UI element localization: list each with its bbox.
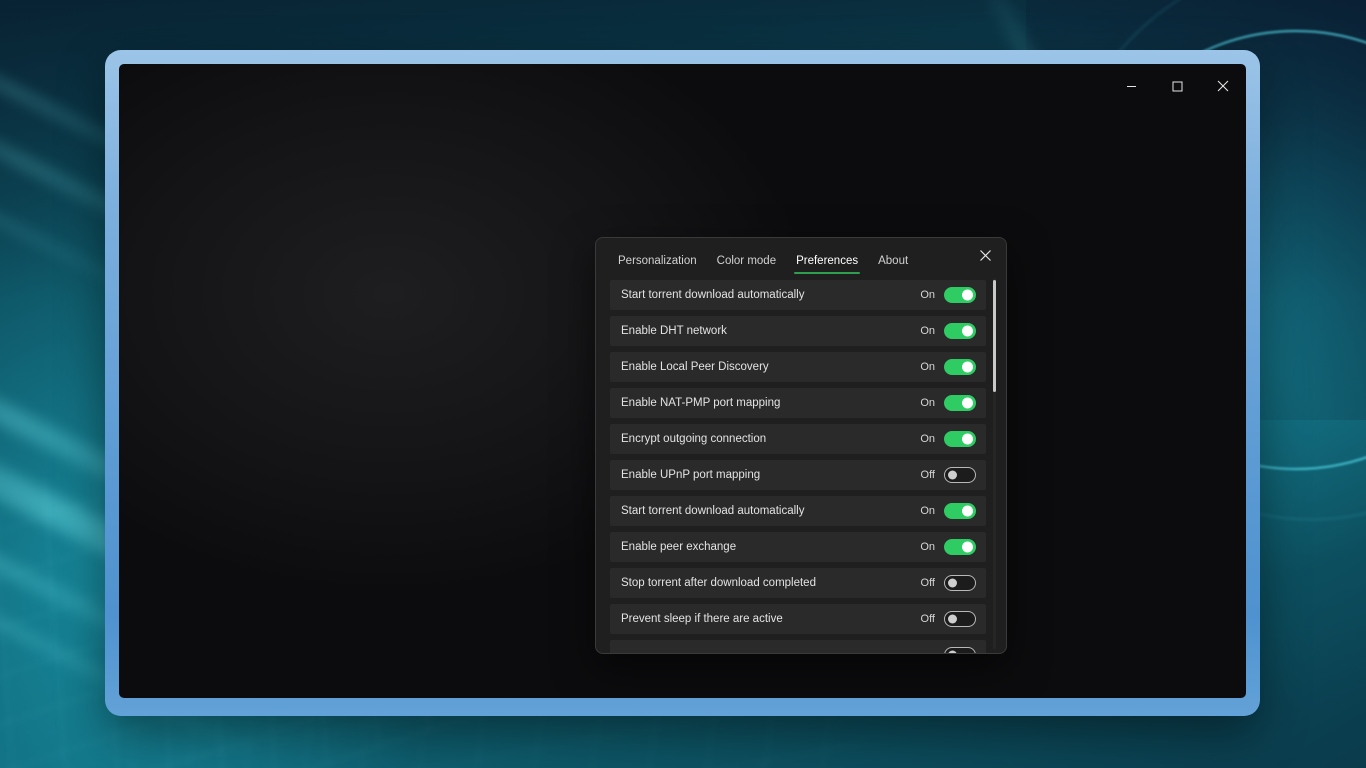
setting-state-label: On [917,325,935,337]
toggle-knob [962,434,973,445]
setting-label: Start torrent download automatically [621,289,917,301]
toggle-knob [962,326,973,337]
setting-label: Enable NAT-PMP port mapping [621,397,917,409]
setting-row[interactable]: Enable Local Peer DiscoveryOn [610,352,986,382]
setting-state-label: Off [917,577,935,589]
setting-label: Enable DHT network [621,325,917,337]
setting-toggle[interactable] [944,359,976,375]
toggle-knob [962,542,973,553]
setting-toggle[interactable] [944,647,976,653]
setting-state-label: On [917,361,935,373]
setting-toggle[interactable] [944,575,976,591]
scrollbar-thumb[interactable] [993,280,996,392]
window-maximize-button[interactable] [1154,68,1200,104]
minimize-icon [1126,81,1137,92]
dialog-body: Start torrent download automaticallyOnEn… [596,274,1006,653]
settings-list-scrollbar[interactable] [990,278,999,649]
close-icon [979,249,992,262]
setting-label: Enable Local Peer Discovery [621,361,917,373]
setting-row[interactable]: Prevent sleep if there are activeOff [610,604,986,634]
setting-row[interactable]: Enable peer exchangeOn [610,532,986,562]
maximize-icon [1172,81,1183,92]
setting-toggle[interactable] [944,611,976,627]
toggle-knob [962,290,973,301]
setting-label: Enable UPnP port mapping [621,469,917,481]
setting-state-label: On [917,505,935,517]
setting-toggle[interactable] [944,395,976,411]
setting-label: Stop torrent after download completed [621,577,917,589]
setting-row[interactable]: Enable DHT networkOn [610,316,986,346]
setting-row[interactable] [610,640,986,653]
tab-preferences[interactable]: Preferences [786,256,868,275]
dialog-close-button[interactable] [972,243,998,267]
setting-row[interactable]: Enable NAT-PMP port mappingOn [610,388,986,418]
setting-row[interactable]: Enable UPnP port mappingOff [610,460,986,490]
application-window: Personalization Color mode Preferences A… [105,50,1260,716]
setting-toggle[interactable] [944,467,976,483]
setting-row[interactable]: Start torrent download automaticallyOn [610,280,986,310]
tab-personalization[interactable]: Personalization [608,256,707,275]
tab-color-mode[interactable]: Color mode [707,256,786,275]
settings-dialog: Personalization Color mode Preferences A… [595,237,1007,654]
setting-toggle[interactable] [944,539,976,555]
setting-toggle[interactable] [944,323,976,339]
setting-toggle[interactable] [944,287,976,303]
setting-state-label: On [917,289,935,301]
setting-row[interactable]: Encrypt outgoing connectionOn [610,424,986,454]
toggle-knob [948,471,957,480]
application-client-area: Personalization Color mode Preferences A… [119,64,1246,698]
setting-row[interactable]: Stop torrent after download completedOff [610,568,986,598]
setting-label: Enable peer exchange [621,541,917,553]
window-close-button[interactable] [1200,68,1246,104]
setting-state-label: Off [917,613,935,625]
toggle-knob [962,506,973,517]
setting-state-label: Off [917,469,935,481]
settings-list: Start torrent download automaticallyOnEn… [596,280,1006,653]
window-caption-bar [1108,64,1246,108]
close-icon [1217,80,1229,92]
toggle-knob [962,398,973,409]
toggle-knob [948,579,957,588]
setting-state-label: On [917,397,935,409]
dialog-tab-bar: Personalization Color mode Preferences A… [596,238,1006,274]
window-minimize-button[interactable] [1108,68,1154,104]
tab-about[interactable]: About [868,256,918,275]
toggle-knob [948,651,957,654]
setting-state-label: On [917,541,935,553]
setting-state-label: On [917,433,935,445]
toggle-knob [948,615,957,624]
toggle-knob [962,362,973,373]
setting-label: Encrypt outgoing connection [621,433,917,445]
setting-toggle[interactable] [944,503,976,519]
setting-row[interactable]: Start torrent download automaticallyOn [610,496,986,526]
setting-label: Start torrent download automatically [621,505,917,517]
setting-label: Prevent sleep if there are active [621,613,917,625]
desktop-wallpaper: Personalization Color mode Preferences A… [0,0,1366,768]
setting-toggle[interactable] [944,431,976,447]
